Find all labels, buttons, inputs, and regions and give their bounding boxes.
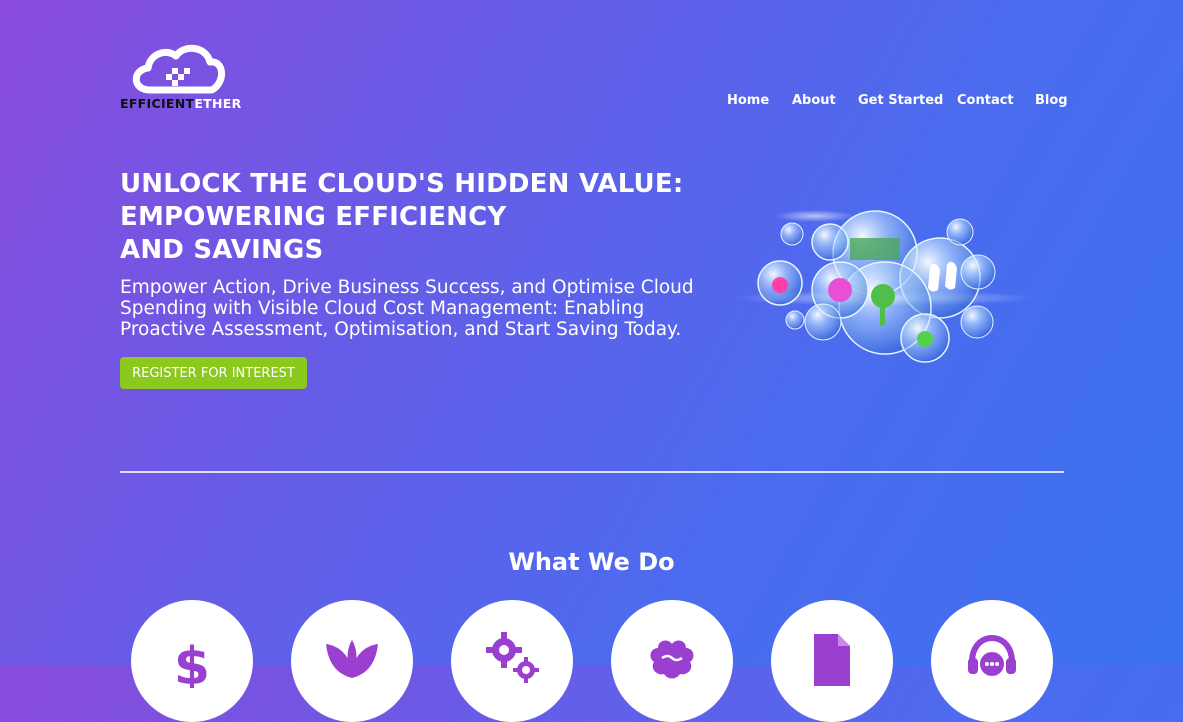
nav-get-started[interactable]: Get Started bbox=[858, 93, 943, 108]
what-we-do-title: What We Do bbox=[508, 547, 675, 576]
nav-home[interactable]: Home bbox=[727, 93, 769, 108]
hero-title-line-1: UNLOCK THE CLOUD'S HIDDEN VALUE: bbox=[120, 169, 684, 199]
document-icon bbox=[814, 634, 850, 686]
service-reporting-card[interactable] bbox=[771, 600, 893, 722]
brand-part-2: ETHER bbox=[194, 96, 242, 111]
hero-subtitle: Empower Action, Drive Business Success, … bbox=[120, 277, 694, 340]
support-chat-icon bbox=[968, 634, 1016, 676]
service-automation-card[interactable] bbox=[451, 600, 573, 722]
brand-part-1: EFFICIENT bbox=[120, 96, 195, 111]
gears-icon bbox=[486, 632, 539, 683]
hero-title-line-2: EMPOWERING EFFICIENCY bbox=[120, 202, 507, 232]
bubbles-illustration bbox=[735, 210, 1035, 363]
leaf-icon bbox=[326, 640, 378, 678]
brand-name: EFFICIENTETHER bbox=[120, 96, 242, 111]
service-sustainability-card[interactable] bbox=[291, 600, 413, 722]
brain-icon bbox=[650, 640, 694, 679]
hero-title-line-3: AND SAVINGS bbox=[120, 235, 324, 265]
service-support-card[interactable] bbox=[931, 600, 1053, 722]
service-cost-card[interactable]: $ bbox=[131, 600, 253, 722]
nav-about[interactable]: About bbox=[792, 93, 836, 108]
hero-title: UNLOCK THE CLOUD'S HIDDEN VALUE: EMPOWER… bbox=[120, 168, 683, 267]
nav-blog[interactable]: Blog bbox=[1035, 93, 1068, 108]
service-insights-card[interactable] bbox=[611, 600, 733, 722]
dollar-icon: $ bbox=[174, 637, 210, 688]
register-interest-button[interactable]: REGISTER FOR INTEREST bbox=[120, 357, 307, 389]
svg-text:$: $ bbox=[174, 637, 210, 688]
nav-contact[interactable]: Contact bbox=[957, 93, 1014, 108]
section-divider bbox=[120, 471, 1064, 473]
